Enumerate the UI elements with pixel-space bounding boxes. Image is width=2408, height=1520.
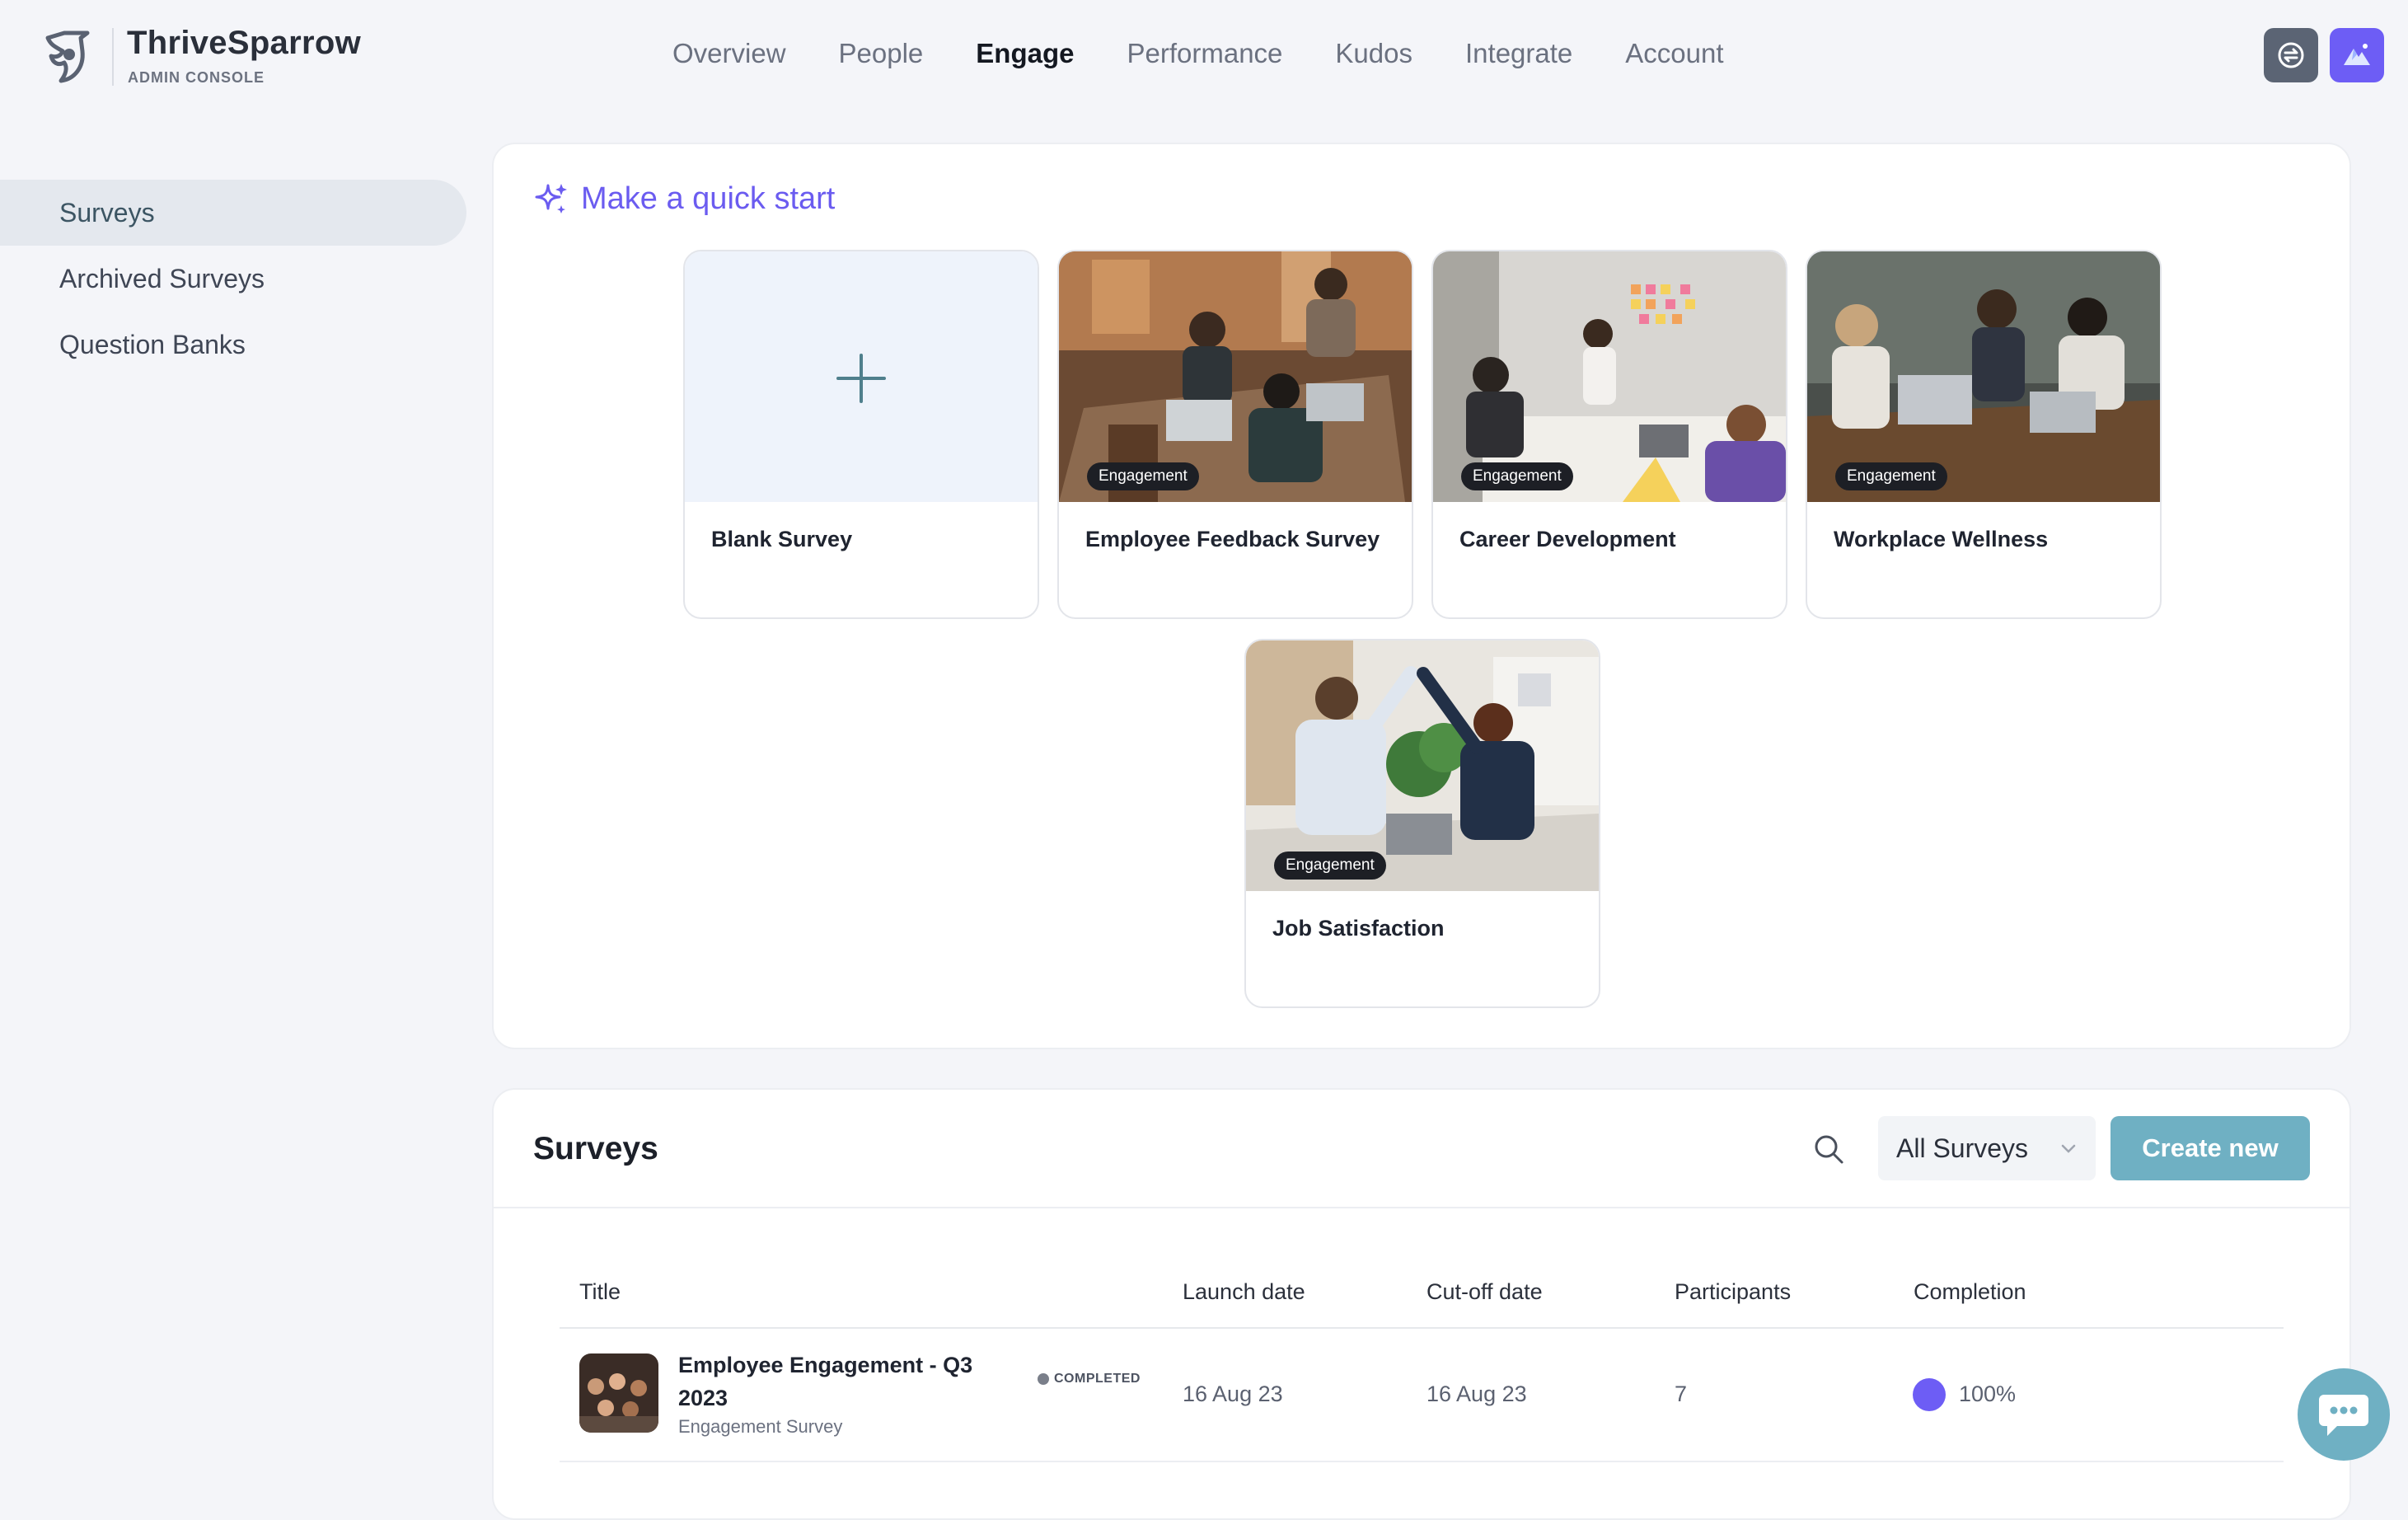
column-header-completion[interactable]: Completion <box>1914 1279 2026 1305</box>
chevron-down-icon <box>2061 1144 2076 1153</box>
mountain-avatar-icon <box>2344 44 2370 65</box>
template-card-blank-survey[interactable]: Blank Survey <box>683 250 1039 619</box>
nav-people[interactable]: People <box>839 38 924 69</box>
completion-value: 100% <box>1959 1382 2017 1406</box>
nav-overview[interactable]: Overview <box>672 38 786 69</box>
search-icon[interactable] <box>1812 1133 1845 1166</box>
chat-bubble-icon <box>2319 1395 2368 1436</box>
template-card-workplace-wellness[interactable]: Engagement Workplace Wellness <box>1806 250 2162 619</box>
nav-performance[interactable]: Performance <box>1127 38 1283 69</box>
sidebar-item-surveys[interactable]: Surveys <box>0 180 466 246</box>
sidebar-item-question-banks[interactable]: Question Banks <box>0 312 466 378</box>
column-header-participants[interactable]: Participants <box>1675 1279 1791 1305</box>
survey-type: Engagement Survey <box>678 1416 843 1437</box>
quick-start-heading: Make a quick start <box>533 181 835 217</box>
column-header-title[interactable]: Title <box>579 1279 621 1305</box>
chat-support-button[interactable] <box>2298 1368 2390 1461</box>
top-header: ThriveSparrow ADMIN CONSOLE Overview Peo… <box>0 0 2408 111</box>
engagement-tag: Engagement <box>1274 851 1386 880</box>
participants-count: 7 <box>1675 1382 1688 1406</box>
template-card-employee-feedback[interactable]: Engagement Employee Feedback Survey <box>1057 250 1413 619</box>
card-label: Workplace Wellness <box>1834 527 2049 551</box>
nav-account[interactable]: Account <box>1625 38 1723 69</box>
brand-name: ThriveSparrow <box>127 25 361 61</box>
survey-title[interactable]: Employee Engagement - Q3 2023 <box>678 1349 1008 1414</box>
column-header-launch-date[interactable]: Launch date <box>1183 1279 1305 1305</box>
sync-button[interactable] <box>2264 28 2318 82</box>
engagement-tag: Engagement <box>1087 462 1199 490</box>
engagement-tag: Engagement <box>1835 462 1947 490</box>
sidebar-item-archived-surveys[interactable]: Archived Surveys <box>0 246 466 312</box>
brand-subtitle: ADMIN CONSOLE <box>128 69 265 86</box>
survey-filter-select[interactable]: All Surveys <box>1878 1116 2096 1180</box>
user-avatar-button[interactable] <box>2330 28 2384 82</box>
row-divider <box>560 1461 2284 1462</box>
survey-thumbnail <box>579 1353 658 1433</box>
status-badge: COMPLETED <box>1038 1372 1141 1386</box>
header-divider <box>560 1327 2284 1329</box>
quick-start-panel: Make a quick start Blank Survey Engageme… <box>492 143 2351 1049</box>
create-new-button[interactable]: Create new <box>2111 1116 2310 1180</box>
status-dot-icon <box>1038 1373 1049 1385</box>
thrivesparrow-logo-icon[interactable] <box>43 30 94 84</box>
sync-icon <box>2278 42 2304 68</box>
card-label: Job Satisfaction <box>1272 916 1445 941</box>
blank-survey-preview <box>685 251 1038 502</box>
sparkle-icon <box>535 184 567 213</box>
nav-kudos[interactable]: Kudos <box>1335 38 1412 69</box>
surveys-panel: Surveys All Surveys Create new Title Lau… <box>492 1088 2351 1520</box>
card-label: Employee Feedback Survey <box>1085 527 1380 551</box>
sidebar: Surveys Archived Surveys Question Banks <box>0 180 466 378</box>
template-card-career-development[interactable]: Engagement Career Development <box>1431 250 1787 619</box>
plus-icon <box>836 354 886 403</box>
launch-date: 16 Aug 23 <box>1183 1382 1283 1406</box>
template-card-job-satisfaction[interactable]: Engagement Job Satisfaction <box>1244 639 1600 1008</box>
logo-divider <box>112 28 114 86</box>
column-header-cutoff-date[interactable]: Cut-off date <box>1427 1279 1543 1305</box>
status-text: COMPLETED <box>1054 1372 1141 1386</box>
nav-engage[interactable]: Engage <box>976 38 1074 69</box>
panel-divider <box>494 1207 2349 1208</box>
card-label: Career Development <box>1459 527 1676 551</box>
completion-indicator-icon <box>1913 1378 1946 1411</box>
nav-integrate[interactable]: Integrate <box>1465 38 1572 69</box>
cutoff-date: 16 Aug 23 <box>1427 1382 1527 1406</box>
quick-start-title: Make a quick start <box>581 181 836 216</box>
card-label: Blank Survey <box>711 527 853 551</box>
surveys-heading: Surveys <box>533 1131 658 1166</box>
survey-filter-value: All Surveys <box>1896 1133 2029 1163</box>
engagement-tag: Engagement <box>1461 462 1573 490</box>
main-nav: Overview People Engage Performance Kudos… <box>672 38 1777 69</box>
